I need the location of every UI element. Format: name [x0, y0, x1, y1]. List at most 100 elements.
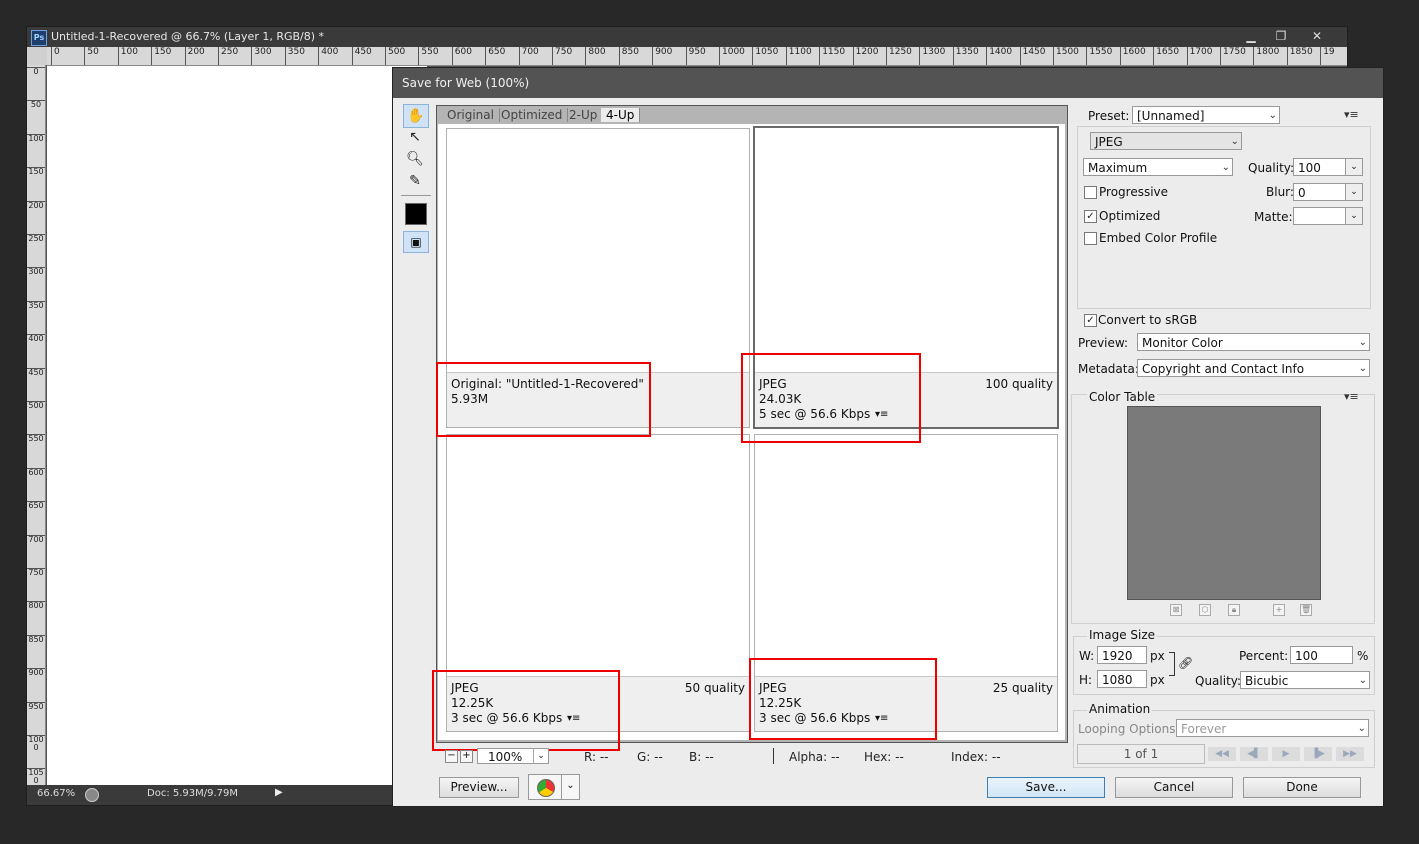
- cancel-button[interactable]: Cancel: [1115, 777, 1233, 798]
- zoom-level-readout[interactable]: 66.67%: [37, 788, 75, 799]
- hand-tool-icon[interactable]: ✋: [403, 104, 429, 128]
- optimized-checkbox[interactable]: ✓: [1084, 210, 1097, 223]
- preview-color-value: Monitor Color: [1142, 336, 1223, 350]
- horizontal-ruler[interactable]: 0 50 100 150 200 250 300 350 400 450 500 550 600 650 7…: [47, 47, 1347, 66]
- next-frame-button[interactable]: ▐▶: [1304, 747, 1332, 761]
- lock-color-icon[interactable]: 🔒︎: [1228, 604, 1240, 616]
- last-frame-button[interactable]: ▶▶: [1336, 747, 1364, 761]
- chevron-down-icon[interactable]: ⌄: [1345, 184, 1362, 200]
- slice-select-tool-icon[interactable]: ↖: [403, 126, 427, 148]
- tab-original[interactable]: Original: [442, 108, 500, 122]
- first-frame-button[interactable]: ◀◀: [1208, 747, 1236, 761]
- vertical-ruler[interactable]: 0 50 100 150 200 250 300 350 400 450 500 550 600 650 7…: [27, 65, 46, 785]
- document-title-bar[interactable]: Ps Untitled-1-Recovered @ 66.7% (Layer 1…: [27, 27, 1347, 47]
- dialog-title: Save for Web (100%): [402, 76, 530, 90]
- preset-select[interactable]: [Unnamed] ⌄: [1132, 106, 1280, 124]
- status-menu-arrow-icon[interactable]: ▶: [275, 787, 283, 798]
- play-button[interactable]: ▶: [1272, 747, 1300, 761]
- convert-to-srgb-label: Convert to sRGB: [1098, 313, 1198, 327]
- zoom-level-select[interactable]: 100% ⌄: [477, 748, 549, 764]
- height-unit: px: [1150, 673, 1165, 687]
- annotation-highlight: [432, 670, 620, 751]
- ruler-tick-label: 1100: [785, 47, 812, 65]
- percent-input[interactable]: 100: [1290, 646, 1353, 664]
- close-window-button[interactable]: ✕: [1297, 28, 1337, 44]
- tab-optimized[interactable]: Optimized: [496, 108, 569, 122]
- ruler-tick-label: 1050: [752, 47, 778, 65]
- progressive-checkbox[interactable]: [1084, 186, 1097, 199]
- preview-in-browser-select[interactable]: ⌄: [528, 774, 580, 800]
- width-input[interactable]: 1920: [1097, 646, 1147, 664]
- blur-input[interactable]: 0 ⌄: [1293, 183, 1363, 201]
- ruler-corner[interactable]: [27, 47, 47, 65]
- ruler-tick-label: 100: [27, 133, 45, 143]
- color-table-swatches[interactable]: [1127, 406, 1321, 600]
- ruler-tick-label: 1000: [719, 47, 745, 65]
- new-color-icon[interactable]: +: [1273, 604, 1285, 616]
- status-info-icon[interactable]: [85, 788, 99, 802]
- zoom-tool-icon[interactable]: 🔍︎: [403, 148, 427, 170]
- ruler-tick-label: 1700: [1186, 47, 1213, 65]
- photoshop-logo-icon: Ps: [31, 30, 47, 46]
- chevron-down-icon: ⌄: [1358, 337, 1367, 348]
- zoom-value: 100%: [488, 750, 523, 764]
- ruler-tick-label: 350: [284, 47, 305, 65]
- image-size-title: Image Size: [1087, 628, 1158, 642]
- file-format-select[interactable]: JPEG ⌄: [1090, 132, 1242, 150]
- ruler-tick-label: 450: [351, 47, 372, 65]
- preview-color-select[interactable]: Monitor Color ⌄: [1137, 333, 1370, 351]
- save-button[interactable]: Save...: [987, 777, 1105, 798]
- tab-2-up[interactable]: 2-Up: [564, 108, 604, 122]
- convert-to-srgb-checkbox[interactable]: ✓: [1084, 314, 1097, 327]
- color-table-menu-icon[interactable]: ▾≡: [1344, 390, 1359, 403]
- preview-button[interactable]: Preview...: [439, 777, 519, 798]
- constrain-proportions-link-icon[interactable]: 🔗︎: [1178, 656, 1193, 670]
- ruler-tick-label: 600: [451, 47, 472, 65]
- ruler-tick-label: 600: [27, 467, 45, 477]
- ruler-tick-label: 900: [652, 47, 672, 65]
- chevron-down-icon: ⌄: [1358, 363, 1367, 374]
- looping-options-value: Forever: [1181, 722, 1227, 736]
- map-color-icon[interactable]: ⊠: [1170, 604, 1182, 616]
- frame-counter: 1 of 1: [1077, 744, 1205, 764]
- ruler-tick-label: 300: [251, 47, 272, 65]
- ruler-tick-label: 500: [27, 401, 45, 410]
- restore-button[interactable]: ❐: [1267, 28, 1295, 44]
- quality-input[interactable]: 100 ⌄: [1293, 158, 1363, 176]
- matte-select[interactable]: ⌄: [1293, 207, 1363, 225]
- previous-frame-button[interactable]: ◀▌: [1240, 747, 1268, 761]
- height-input[interactable]: 1080: [1097, 670, 1147, 688]
- chevron-down-icon[interactable]: ⌄: [1345, 159, 1362, 175]
- chevron-down-icon[interactable]: ⌄: [1345, 208, 1362, 224]
- chevron-down-icon: ⌄: [1221, 162, 1230, 173]
- done-button[interactable]: Done: [1243, 777, 1361, 798]
- optimize-menu-icon[interactable]: ▾≡: [1344, 108, 1359, 121]
- ruler-tick-label: 1050: [27, 768, 45, 785]
- tab-4-up[interactable]: 4-Up: [601, 108, 641, 122]
- embed-color-profile-checkbox[interactable]: [1084, 232, 1097, 245]
- ruler-tick-label: 550: [27, 434, 45, 444]
- web-shift-icon[interactable]: ⬡: [1199, 604, 1211, 616]
- quality-label: Quality:: [1248, 161, 1295, 175]
- delete-color-icon[interactable]: 🗑︎: [1300, 604, 1312, 616]
- toggle-slices-visibility-icon[interactable]: ▣: [403, 231, 429, 253]
- zoom-out-button[interactable]: −: [445, 750, 458, 763]
- minimize-button[interactable]: ▁: [1237, 28, 1265, 44]
- ruler-tick-label: 250: [218, 47, 238, 65]
- ruler-tick-label: 0: [51, 47, 60, 65]
- link-bracket: [1169, 652, 1175, 676]
- dialog-title-bar[interactable]: Save for Web (100%): [393, 68, 1383, 98]
- document-canvas[interactable]: [47, 66, 427, 785]
- zoom-in-button[interactable]: +: [460, 750, 473, 763]
- ruler-tick-label: 200: [184, 47, 205, 65]
- ruler-tick-label: 950: [27, 701, 45, 711]
- metadata-select[interactable]: Copyright and Contact Info ⌄: [1137, 359, 1370, 377]
- percent-unit: %: [1357, 649, 1369, 663]
- resample-quality-select[interactable]: Bicubic ⌄: [1240, 671, 1370, 689]
- compression-quality-select[interactable]: Maximum ⌄: [1083, 158, 1233, 176]
- ruler-tick-label: 0: [27, 67, 45, 76]
- looping-options-select[interactable]: Forever ⌄: [1176, 719, 1369, 737]
- eyedropper-tool-icon[interactable]: ✎: [403, 170, 427, 192]
- eyedropper-color-swatch[interactable]: [405, 203, 427, 225]
- ruler-tick-label: 950: [685, 47, 706, 65]
